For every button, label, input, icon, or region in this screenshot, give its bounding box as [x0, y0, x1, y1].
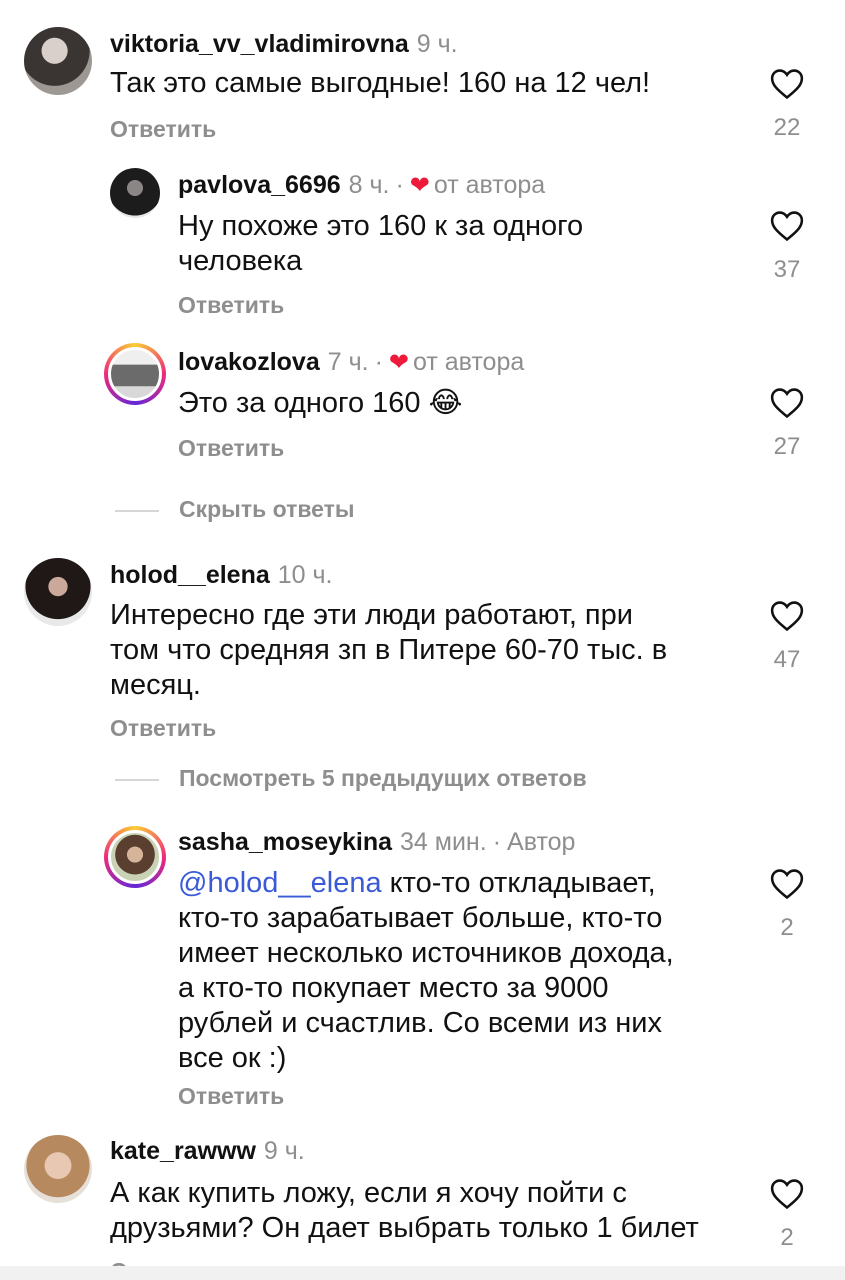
comment-meta: sasha_moseykina 34 мин. · Автор: [178, 828, 575, 857]
hide-replies-button[interactable]: Скрыть ответы: [115, 496, 355, 523]
liked-by-author: от автора: [433, 171, 546, 199]
comment-text: Интересно где эти люди работают, при том…: [110, 598, 667, 703]
timestamp: 9 ч.: [416, 30, 458, 58]
comment-line: Интересно где эти люди работают, при: [110, 599, 633, 631]
avatar[interactable]: [104, 826, 166, 888]
comment-text: Это за одного 160 😂: [178, 386, 462, 421]
like-control[interactable]: 37: [757, 210, 817, 284]
comment-meta: holod__elena 10 ч.: [110, 561, 333, 590]
comment-line: месяц.: [110, 669, 201, 701]
comment-line: Так это самые выгодные! 160 на 12 чел!: [110, 67, 651, 99]
author-heart-icon: ❤: [409, 172, 430, 199]
heart-outline-icon[interactable]: [770, 387, 804, 419]
author-badge: Автор: [507, 828, 576, 856]
avatar[interactable]: [24, 27, 92, 95]
username[interactable]: sasha_moseykina: [178, 828, 392, 856]
comment-line: а кто-то покупает место за 9000: [178, 972, 609, 1004]
author-heart-icon: ❤: [388, 349, 409, 376]
reply-button[interactable]: Ответить: [110, 116, 216, 143]
comment-meta: kate_rawww 9 ч.: [110, 1137, 305, 1166]
username[interactable]: pavlova_6696: [178, 171, 341, 199]
like-count: 27: [773, 433, 801, 460]
avatar-image: [108, 830, 162, 884]
comment-text: @holod__elena кто-то откладывает, кто-то…: [178, 866, 674, 1076]
avatar[interactable]: [24, 1135, 92, 1203]
comment-line: А как купить ложу, если я хочу пойти с: [110, 1177, 627, 1209]
like-count: 22: [773, 114, 801, 141]
comment-meta: pavlova_6696 8 ч. · ❤ от автора: [178, 171, 545, 200]
liked-by-author: от автора: [413, 348, 525, 376]
heart-outline-icon[interactable]: [770, 868, 804, 900]
avatar[interactable]: [24, 558, 92, 626]
comment-text: Так это самые выгодные! 160 на 12 чел!: [110, 66, 650, 101]
username[interactable]: kate_rawww: [110, 1137, 256, 1165]
comment-line: человека: [178, 245, 303, 277]
reply-button[interactable]: Ответить: [178, 292, 284, 319]
username[interactable]: viktoria_vv_vladimirovna: [110, 30, 409, 58]
like-count: 2: [780, 1224, 794, 1251]
heart-outline-icon[interactable]: [770, 600, 804, 632]
like-control[interactable]: 2: [757, 1178, 817, 1252]
comment-line: кто-то зарабатывает больше, кто-то: [178, 902, 663, 934]
separator: ·: [492, 828, 502, 856]
comment-text: А как купить ложу, если я хочу пойти с д…: [110, 1176, 699, 1246]
bottom-divider: [0, 1266, 845, 1280]
timestamp: 34 мин.: [400, 828, 487, 856]
thread-line: [115, 509, 159, 512]
username[interactable]: lovakozlova: [178, 348, 320, 376]
like-control[interactable]: 22: [757, 68, 817, 142]
like-control[interactable]: 47: [757, 600, 817, 674]
avatar[interactable]: [104, 343, 166, 405]
hide-replies-label: Скрыть ответы: [179, 496, 355, 522]
avatar[interactable]: [110, 168, 160, 218]
like-control[interactable]: 27: [757, 387, 817, 461]
comment-line: Это за одного 160 😂: [178, 387, 463, 419]
mention-link[interactable]: @holod__elena: [178, 867, 382, 899]
heart-outline-icon[interactable]: [770, 210, 804, 242]
reply-button[interactable]: Ответить: [178, 1083, 284, 1110]
comment-meta: lovakozlova 7 ч. · ❤ от автора: [178, 348, 524, 377]
timestamp: 7 ч.: [327, 348, 369, 376]
reply-button[interactable]: Ответить: [110, 715, 216, 742]
comment-line-text: кто-то откладывает,: [381, 867, 656, 899]
like-control[interactable]: 2: [757, 868, 817, 942]
comment-text: Ну похоже это 160 к за одного человека: [178, 209, 583, 279]
separator: ·: [374, 348, 383, 376]
avatar-image: [108, 347, 162, 401]
thread-line: [115, 778, 159, 781]
comment-line: @holod__elena кто-то откладывает,: [178, 866, 674, 901]
view-previous-replies-button[interactable]: Посмотреть 5 предыдущих ответов: [115, 765, 587, 792]
timestamp: 10 ч.: [277, 561, 333, 589]
comment-line: том что средняя зп в Питере 60-70 тыс. в: [110, 634, 668, 666]
like-count: 2: [780, 914, 794, 941]
heart-outline-icon[interactable]: [770, 1178, 804, 1210]
comment-line: имеет несколько источников дохода,: [178, 937, 674, 969]
comment-meta: viktoria_vv_vladimirovna 9 ч.: [110, 30, 458, 59]
like-count: 47: [773, 646, 801, 673]
comment-line: рублей и счастлив. Со всеми из них: [178, 1007, 662, 1039]
username[interactable]: holod__elena: [110, 561, 270, 589]
view-previous-label: Посмотреть 5 предыдущих ответов: [179, 765, 587, 791]
heart-outline-icon[interactable]: [770, 68, 804, 100]
comment-line: все ок :): [178, 1042, 287, 1074]
timestamp: 9 ч.: [263, 1137, 305, 1165]
reply-button[interactable]: Ответить: [178, 435, 284, 462]
like-count: 37: [773, 256, 801, 283]
separator: ·: [395, 171, 404, 199]
comment-line: Ну похоже это 160 к за одного: [178, 210, 584, 242]
timestamp: 8 ч.: [348, 171, 390, 199]
comment-line: друзьями? Он дает выбрать только 1 билет: [110, 1212, 699, 1244]
